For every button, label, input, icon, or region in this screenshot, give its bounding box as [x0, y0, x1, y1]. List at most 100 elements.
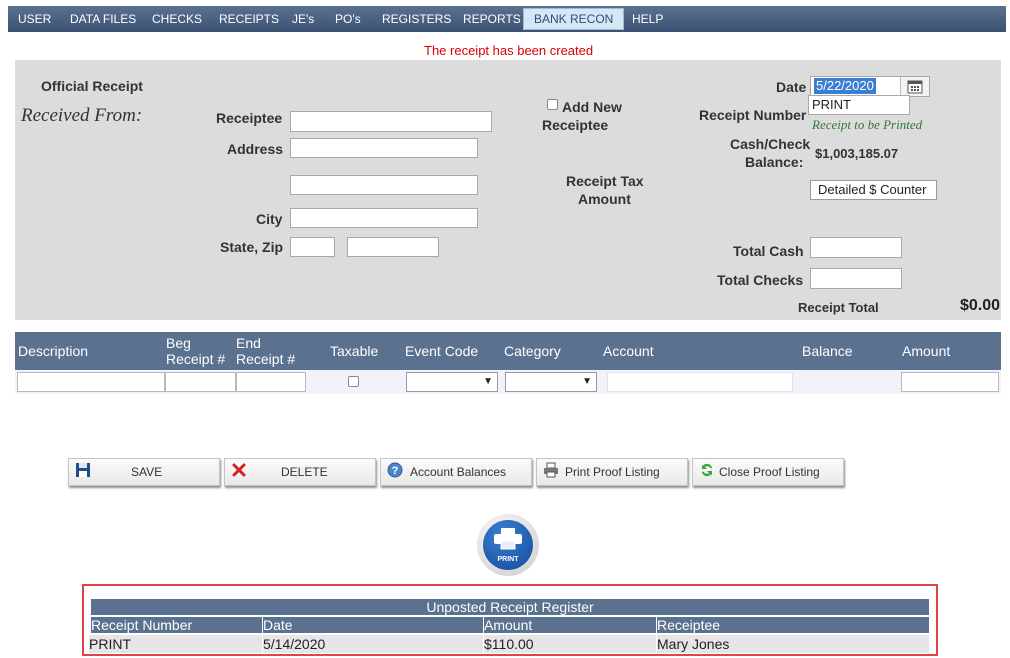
floppy-disk-icon: [76, 463, 90, 477]
status-message: The receipt has been created: [424, 43, 594, 58]
balance-label: Balance:: [745, 154, 804, 170]
receipt-number-label: Receipt Number: [699, 107, 807, 123]
col-description: Description: [18, 343, 89, 359]
save-button[interactable]: SAVE: [68, 458, 220, 486]
help-circle-icon: ?: [387, 462, 403, 478]
line-item-row: ▼ ▼: [15, 370, 1001, 394]
amount-input[interactable]: [901, 372, 999, 392]
zip-input[interactable]: [347, 237, 439, 257]
total-cash-label: Total Cash: [733, 243, 804, 259]
receiptee-label: Receiptee: [216, 110, 283, 126]
calendar-icon: [907, 80, 923, 94]
address-label: Address: [227, 141, 284, 157]
menu-receipts[interactable]: RECEIPTS: [219, 6, 279, 32]
menu-reports[interactable]: REPORTS: [463, 6, 521, 32]
save-label: SAVE: [131, 465, 163, 479]
account-input[interactable]: [607, 372, 793, 392]
event-code-select[interactable]: ▼: [406, 372, 498, 392]
calendar-button[interactable]: [900, 77, 929, 96]
register-cell-amount: $110.00: [484, 635, 657, 653]
beg-receipt-input[interactable]: [165, 372, 236, 392]
register-cell-date: 5/14/2020: [263, 635, 484, 653]
address-line1-input[interactable]: [290, 138, 478, 158]
receipt-total-label: Receipt Total: [798, 300, 879, 315]
close-proof-listing-label: Close Proof Listing: [719, 465, 820, 479]
col-end-receipt-line1: End: [236, 335, 261, 351]
col-amount: Amount: [902, 343, 951, 359]
print-badge-label: PRINT: [497, 556, 519, 563]
unposted-receipt-register: Unposted Receipt Register Receipt Number…: [82, 584, 938, 656]
date-value: 5/22/2020: [814, 78, 876, 94]
cash-check-label: Cash/Check: [730, 136, 811, 152]
description-input[interactable]: [17, 372, 165, 392]
state-zip-label: State, Zip: [220, 239, 284, 255]
top-menu-bar: USER DATA FILES CHECKS RECEIPTS JE's PO'…: [8, 6, 1006, 32]
official-receipt-heading: Official Receipt: [41, 78, 143, 94]
receipt-total-value: $0.00: [960, 297, 1001, 314]
col-beg-receipt-line2: Receipt #: [166, 351, 226, 367]
receipt-to-be-printed-note: Receipt to be Printed: [812, 117, 923, 132]
register-col-receiptee: Receiptee: [657, 617, 929, 633]
register-title: Unposted Receipt Register: [91, 599, 929, 615]
col-taxable: Taxable: [330, 343, 379, 359]
refresh-icon: [702, 463, 712, 477]
receipt-tax-label: Receipt Tax: [566, 173, 644, 189]
receipt-number-input[interactable]: PRINT: [808, 95, 910, 115]
menu-registers[interactable]: REGISTERS: [382, 6, 451, 32]
account-balances-button[interactable]: ? Account Balances: [380, 458, 532, 486]
printer-icon: [544, 462, 558, 478]
register-divider: [483, 617, 484, 653]
col-category: Category: [504, 343, 561, 359]
register-col-amount: Amount: [484, 617, 657, 633]
menu-jes[interactable]: JE's: [292, 6, 314, 32]
receiptee-input[interactable]: [290, 111, 492, 132]
col-event-code: Event Code: [405, 343, 479, 359]
print-button[interactable]: PRINT: [477, 514, 539, 576]
register-divider: [656, 617, 657, 653]
received-from-heading: Received From:: [21, 105, 143, 126]
register-col-receipt-number: Receipt Number: [91, 617, 263, 633]
print-proof-listing-label: Print Proof Listing: [565, 465, 660, 479]
col-beg-receipt-line1: Beg: [166, 335, 191, 351]
menu-pos[interactable]: PO's: [335, 6, 361, 32]
print-proof-listing-button[interactable]: Print Proof Listing: [536, 458, 688, 486]
col-balance: Balance: [802, 343, 853, 359]
detailed-counter-button[interactable]: Detailed $ Counter: [810, 180, 937, 200]
address-line2-input[interactable]: [290, 175, 478, 195]
end-receipt-input[interactable]: [236, 372, 306, 392]
delete-label: DELETE: [281, 465, 328, 479]
menu-checks[interactable]: CHECKS: [152, 6, 202, 32]
receipt-tax-amount-label: Amount: [578, 191, 631, 207]
printer-icon: [494, 528, 522, 550]
menu-help[interactable]: HELP: [632, 6, 663, 32]
delete-button[interactable]: DELETE: [224, 458, 376, 486]
add-new-label: Add New: [562, 99, 622, 115]
col-end-receipt-line2: Receipt #: [236, 351, 296, 367]
date-label: Date: [776, 79, 807, 95]
add-new-receiptee-label: Receiptee: [542, 117, 609, 133]
menu-bank-recon[interactable]: BANK RECON: [523, 8, 625, 30]
total-cash-input[interactable]: [810, 237, 902, 258]
register-cell-receipt-number[interactable]: PRINT: [89, 635, 263, 653]
red-x-icon: [232, 463, 246, 477]
col-account: Account: [603, 343, 654, 359]
date-input[interactable]: 5/22/2020: [810, 76, 930, 97]
register-divider: [262, 617, 263, 653]
print-badge-inner: PRINT: [483, 520, 533, 570]
balance-value: $1,003,185.07: [815, 146, 899, 161]
svg-text:?: ?: [392, 465, 399, 477]
register-cell-receiptee: Mary Jones: [657, 635, 929, 653]
menu-data-files[interactable]: DATA FILES: [70, 6, 136, 32]
close-proof-listing-button[interactable]: Close Proof Listing: [692, 458, 844, 486]
menu-user[interactable]: USER: [18, 6, 51, 32]
account-balances-label: Account Balances: [410, 465, 507, 479]
category-select[interactable]: ▼: [505, 372, 597, 392]
total-checks-input[interactable]: [810, 268, 902, 289]
line-items-header: Description Beg Receipt # End Receipt # …: [15, 332, 1001, 370]
register-col-date: Date: [263, 617, 484, 633]
add-new-receiptee-checkbox[interactable]: [547, 99, 558, 110]
taxable-checkbox[interactable]: [348, 376, 359, 387]
state-input[interactable]: [290, 237, 335, 257]
city-label: City: [256, 211, 283, 227]
city-input[interactable]: [290, 208, 478, 228]
